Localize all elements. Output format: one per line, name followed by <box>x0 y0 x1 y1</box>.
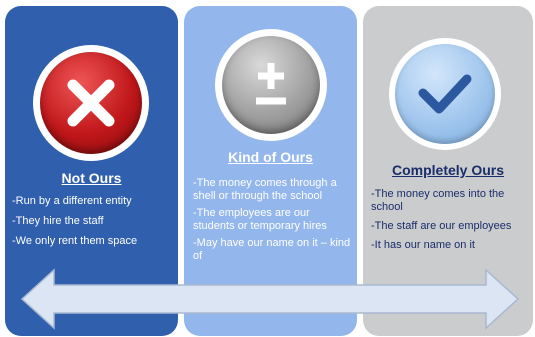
list-completely-ours: -The money comes into the school -The st… <box>371 188 529 258</box>
list-item: -The staff are our employees <box>371 220 512 232</box>
check-icon <box>389 38 501 150</box>
heading-kind-of-ours: Kind of Ours <box>228 149 313 165</box>
list-item: -They hire the staff <box>12 215 104 227</box>
list-item: -The employees are our students or tempo… <box>193 207 327 232</box>
list-kind-of-ours: -The money comes through a shell or thro… <box>193 177 351 267</box>
x-icon <box>33 45 149 161</box>
list-item: -We only rent them space <box>12 235 138 247</box>
plus-minus-icon <box>215 29 327 141</box>
list-not-ours: -Run by a different entity -They hire th… <box>12 195 176 255</box>
heading-not-ours: Not Ours <box>61 170 122 186</box>
list-item: -The money comes through a shell or thro… <box>193 177 337 202</box>
list-item: -May have our name on it – kind of <box>193 237 351 262</box>
double-arrow-icon <box>20 268 520 330</box>
heading-completely-ours: Completely Ours <box>391 162 505 178</box>
list-item: -It has our name on it <box>371 239 475 251</box>
list-item: -Run by a different entity <box>12 195 132 207</box>
list-item: -The money comes into the school <box>371 188 505 213</box>
